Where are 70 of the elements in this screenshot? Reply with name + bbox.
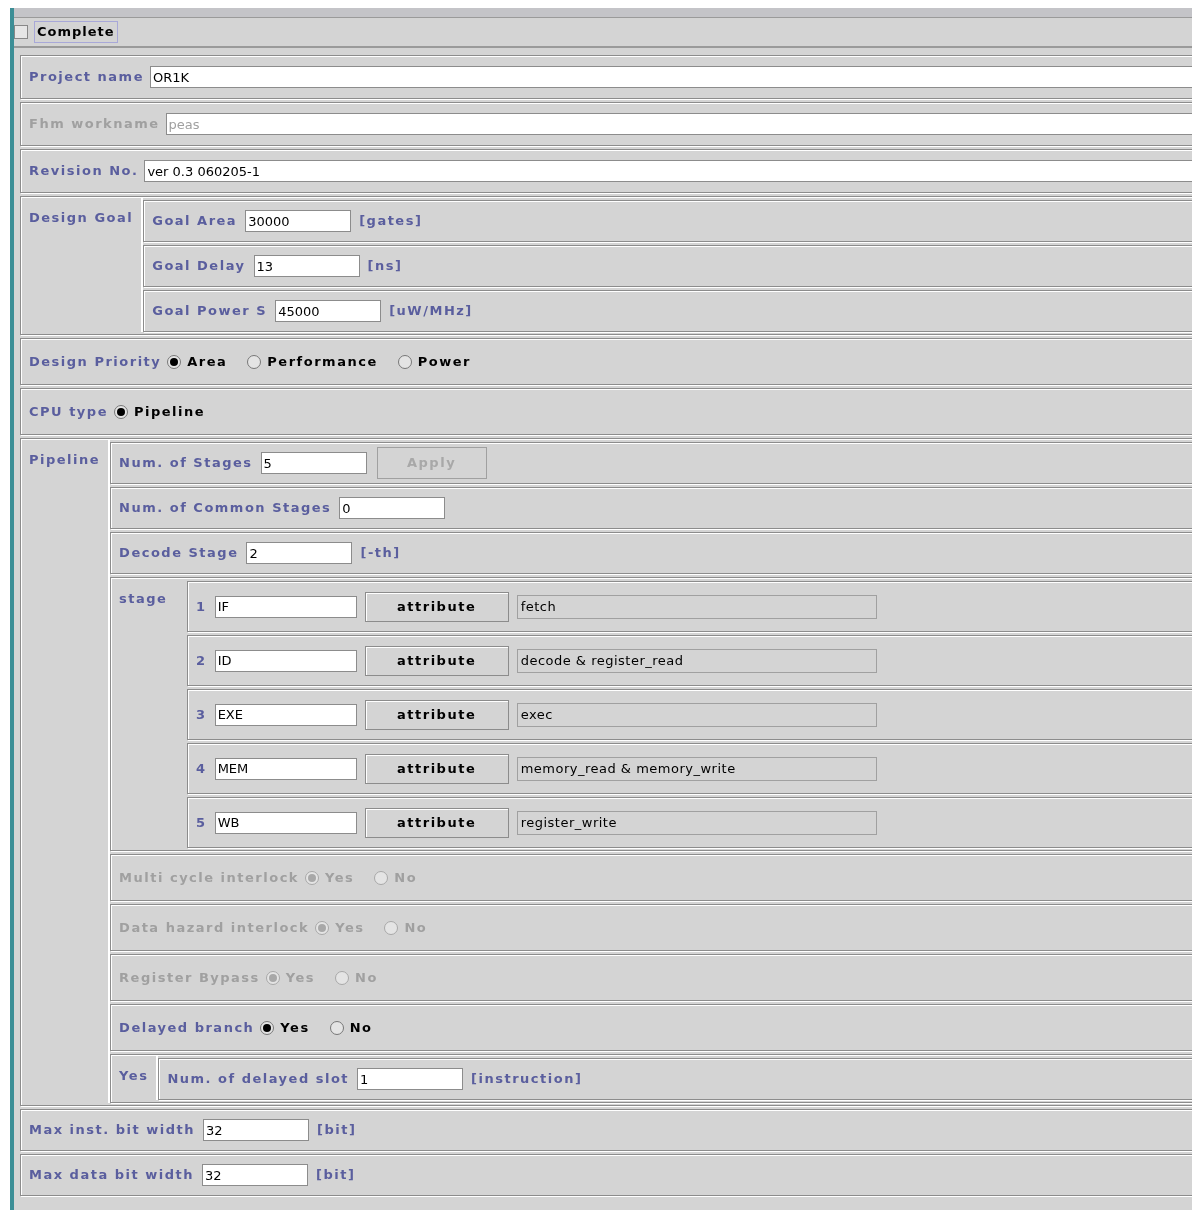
attribute-field: fetch bbox=[516, 594, 877, 619]
radio-button[interactable] bbox=[260, 1020, 275, 1035]
attribute-button[interactable]: attribute bbox=[364, 645, 509, 676]
radio-label[interactable]: Pipeline bbox=[133, 401, 206, 422]
field-label: Num. of Common Stages bbox=[119, 499, 332, 518]
group-label: Design Goal bbox=[29, 210, 134, 225]
field-label: Revision No. bbox=[29, 162, 139, 181]
unit-label: [instruction] bbox=[471, 1070, 583, 1089]
radio-label[interactable]: Performance bbox=[267, 351, 378, 372]
option-label: Design Priority bbox=[29, 352, 162, 371]
group-label: Pipeline bbox=[29, 452, 101, 467]
field-label: Decode Stage bbox=[119, 544, 239, 563]
field-label: Max data bit width bbox=[29, 1166, 194, 1185]
field-label: Num. of delayed slot bbox=[167, 1070, 350, 1089]
stage-number: 4 bbox=[196, 759, 207, 778]
stage-name-field[interactable]: MEM bbox=[214, 757, 357, 780]
field-label: Num. of Stages bbox=[119, 454, 253, 473]
complete-checkbox[interactable] bbox=[14, 25, 28, 39]
stage-name-field[interactable]: EXE bbox=[214, 703, 357, 726]
unit-label: [bit] bbox=[317, 1121, 357, 1140]
attribute-field: exec bbox=[516, 702, 877, 727]
number-field[interactable]: 32 bbox=[203, 1119, 309, 1141]
text-field[interactable]: ver 0.3 060205-1 bbox=[144, 160, 1192, 182]
number-field[interactable]: 5 bbox=[260, 452, 367, 474]
radio-button[interactable] bbox=[167, 354, 182, 369]
number-field[interactable]: 2 bbox=[246, 542, 353, 564]
attribute-field: memory_read & memory_write bbox=[516, 756, 877, 781]
radio-button[interactable] bbox=[397, 354, 412, 369]
stage-number: 2 bbox=[196, 651, 207, 670]
radio-label[interactable]: Yes bbox=[280, 1017, 310, 1038]
unit-label: [uW/MHz] bbox=[389, 302, 473, 321]
unit-label: [-th] bbox=[360, 544, 401, 563]
unit-label: [bit] bbox=[315, 1166, 356, 1185]
number-field[interactable]: 45000 bbox=[275, 300, 382, 322]
field-label: Goal Area bbox=[152, 212, 238, 231]
radio-label[interactable]: No bbox=[349, 1017, 373, 1038]
number-field[interactable]: 30000 bbox=[245, 210, 352, 232]
stage-name-field[interactable]: ID bbox=[214, 649, 357, 672]
attribute-button[interactable]: attribute bbox=[364, 807, 509, 838]
attribute-button[interactable]: attribute bbox=[364, 699, 509, 730]
radio-button[interactable] bbox=[247, 354, 262, 369]
checkbox-label[interactable]: Complete bbox=[34, 21, 118, 43]
unit-label: [gates] bbox=[359, 212, 423, 231]
field-label: Goal Power S bbox=[152, 302, 268, 321]
option-label: CPU type bbox=[29, 402, 108, 421]
stage-number: 5 bbox=[196, 813, 207, 832]
field-label: Max inst. bit width bbox=[29, 1121, 195, 1140]
stage-number: 1 bbox=[196, 597, 207, 616]
group-label: stage bbox=[119, 591, 168, 606]
radio-button[interactable] bbox=[329, 1020, 344, 1035]
attribute-button[interactable]: attribute bbox=[364, 753, 509, 784]
radio-label[interactable]: Area bbox=[187, 351, 228, 372]
unit-label: [ns] bbox=[367, 257, 403, 276]
field-label: Project name bbox=[29, 68, 144, 87]
attribute-button[interactable]: attribute bbox=[364, 591, 509, 622]
radio-label[interactable]: Power bbox=[417, 351, 471, 372]
attribute-field: decode & register_read bbox=[516, 648, 877, 673]
group-label: Yes bbox=[119, 1068, 149, 1083]
field-label: Goal Delay bbox=[152, 257, 246, 276]
stage-name-field[interactable]: IF bbox=[214, 595, 357, 618]
number-field[interactable]: 1 bbox=[357, 1068, 464, 1090]
attribute-field: register_write bbox=[516, 810, 877, 835]
option-label: Delayed branch bbox=[119, 1018, 255, 1037]
text-field[interactable]: OR1K bbox=[150, 66, 1192, 88]
number-field[interactable]: 13 bbox=[253, 255, 360, 277]
number-field[interactable]: 32 bbox=[201, 1164, 308, 1186]
stage-name-field[interactable]: WB bbox=[214, 811, 357, 834]
number-field[interactable]: 0 bbox=[339, 497, 446, 519]
stage-number: 3 bbox=[196, 705, 207, 724]
radio-button[interactable] bbox=[113, 404, 128, 419]
